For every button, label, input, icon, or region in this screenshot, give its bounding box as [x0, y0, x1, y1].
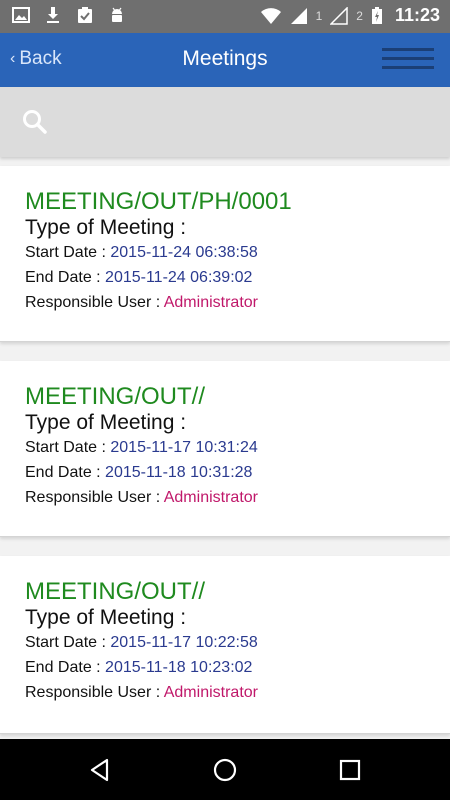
start-date-row: Start Date : 2015-11-17 10:22:58: [25, 630, 425, 655]
back-triangle-icon[interactable]: [87, 757, 113, 783]
battery-charging-icon: [371, 6, 382, 24]
meeting-type-label: Type of Meeting :: [25, 411, 187, 434]
meeting-card[interactable]: MEETING/OUT/PH/0001 Type of Meeting : St…: [0, 166, 450, 342]
app-bar: ‹ Back Meetings: [0, 33, 450, 87]
end-date-label: End Date :: [25, 659, 106, 676]
status-bar: 1 2 11:23: [0, 0, 450, 33]
signal-icon: [290, 7, 307, 24]
start-date-value: 2015-11-24 06:38:58: [110, 244, 258, 261]
clipboard-check-icon: [78, 7, 92, 23]
responsible-user-row: Responsible User : Administrator: [25, 290, 425, 315]
responsible-user-row: Responsible User : Administrator: [25, 680, 425, 705]
responsible-user-label: Responsible User :: [25, 684, 164, 701]
responsible-user-label: Responsible User :: [25, 294, 164, 311]
end-date-label: End Date :: [25, 464, 106, 481]
end-date-value: 2015-11-18 10:23:02: [105, 659, 253, 676]
sim-one-label: 1: [315, 8, 323, 23]
start-date-label: Start Date :: [25, 439, 111, 456]
android-icon: [112, 7, 122, 22]
end-date-label: End Date :: [25, 269, 106, 286]
start-date-value: 2015-11-17 10:31:24: [110, 439, 258, 456]
meeting-type-label: Type of Meeting :: [25, 606, 187, 629]
end-date-value: 2015-11-18 10:31:28: [105, 464, 253, 481]
image-icon: [12, 7, 30, 23]
meeting-title: MEETING/OUT//: [25, 578, 205, 605]
signal-icon: [330, 6, 349, 25]
meeting-card[interactable]: MEETING/OUT// Type of Meeting : Start Da…: [0, 361, 450, 537]
notification-icons: [12, 6, 126, 24]
meeting-title: MEETING/OUT/PH/0001: [25, 188, 292, 215]
home-circle-icon[interactable]: [212, 757, 238, 783]
system-nav-bar: [0, 739, 450, 800]
recents-square-icon[interactable]: [337, 757, 363, 783]
search-icon[interactable]: [22, 109, 48, 135]
wifi-icon: [260, 7, 281, 24]
meeting-type-label: Type of Meeting :: [25, 216, 187, 239]
clock: 11:23: [394, 5, 440, 25]
sim-two-label: 2: [356, 8, 363, 23]
start-date-value: 2015-11-17 10:22:58: [110, 634, 258, 651]
start-date-row: Start Date : 2015-11-24 06:38:58: [25, 240, 425, 265]
system-status: 1 2 11:23: [260, 5, 440, 26]
responsible-user-value: Administrator: [163, 684, 258, 701]
meeting-card[interactable]: MEETING/OUT// Type of Meeting : Start Da…: [0, 556, 450, 734]
end-date-row: End Date : 2015-11-24 06:39:02: [25, 265, 425, 290]
download-icon: [47, 7, 59, 23]
start-date-label: Start Date :: [25, 634, 111, 651]
responsible-user-value: Administrator: [163, 489, 258, 506]
hamburger-menu-icon[interactable]: [382, 44, 434, 74]
meeting-title: MEETING/OUT//: [25, 383, 205, 410]
start-date-row: Start Date : 2015-11-17 10:31:24: [25, 435, 425, 460]
end-date-row: End Date : 2015-11-18 10:31:28: [25, 460, 425, 485]
responsible-user-row: Responsible User : Administrator: [25, 485, 425, 510]
end-date-row: End Date : 2015-11-18 10:23:02: [25, 655, 425, 680]
responsible-user-label: Responsible User :: [25, 489, 164, 506]
responsible-user-value: Administrator: [163, 294, 258, 311]
search-bar[interactable]: [0, 87, 450, 157]
end-date-value: 2015-11-24 06:39:02: [105, 269, 253, 286]
start-date-label: Start Date :: [25, 244, 111, 261]
